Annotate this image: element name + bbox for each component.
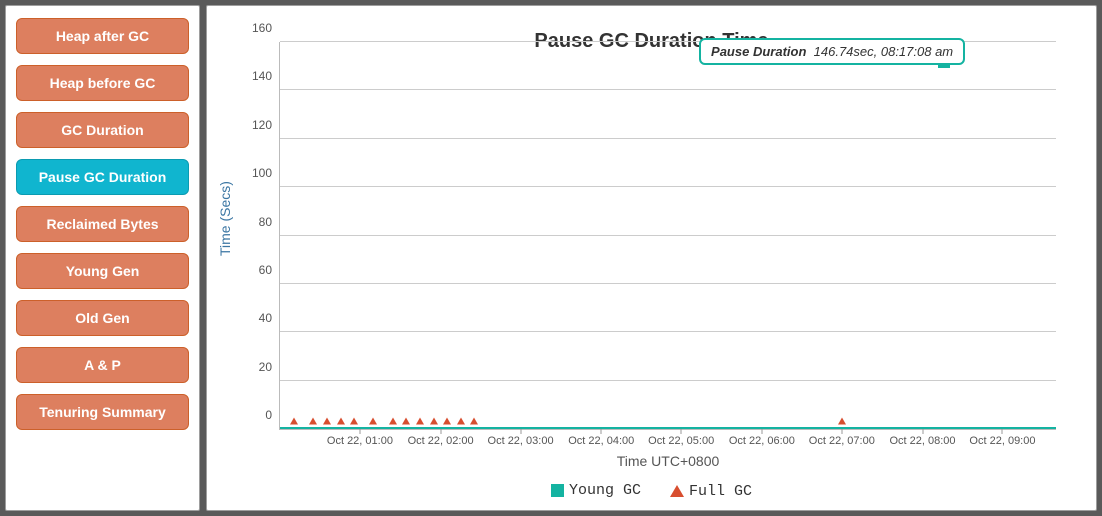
legend-item-young-gc[interactable]: Young GC [551, 482, 641, 499]
sidebar-item-reclaimed-bytes[interactable]: Reclaimed Bytes [16, 206, 189, 242]
chart-tooltip: Pause Duration 146.74sec, 08:17:08 am [699, 38, 965, 65]
datapoint-full-gc[interactable] [323, 417, 331, 424]
y-tick: 0 [265, 408, 272, 422]
y-tick: 160 [252, 21, 272, 35]
legend-item-full-gc[interactable]: Full GC [670, 483, 752, 500]
chart-legend: Young GC Full GC [207, 482, 1096, 502]
sidebar-item-tenuring-summary[interactable]: Tenuring Summary [16, 394, 189, 430]
y-tick: 140 [252, 69, 272, 83]
sidebar-item-old-gen[interactable]: Old Gen [16, 300, 189, 336]
y-tick: 60 [259, 263, 272, 277]
x-tick: Oct 22, 09:00 [969, 435, 1035, 447]
y-tick: 20 [259, 360, 272, 374]
x-tick: Oct 22, 07:00 [809, 435, 875, 447]
y-tick: 40 [259, 311, 272, 325]
chart-pane: Pause GC Duration Time Time (Secs) 0 20 … [206, 5, 1097, 511]
series-line-young-gc [280, 427, 1056, 429]
x-tick: Oct 22, 02:00 [408, 435, 474, 447]
datapoint-full-gc[interactable] [350, 417, 358, 424]
datapoint-full-gc[interactable] [457, 417, 465, 424]
datapoint-full-gc[interactable] [470, 417, 478, 424]
datapoint-full-gc[interactable] [402, 417, 410, 424]
chart-y-axis-label: Time (Secs) [217, 181, 233, 256]
chart-plot-area[interactable]: 0 20 40 60 80 100 120 140 160 Oct 22, 01… [279, 42, 1056, 430]
legend-label: Full GC [689, 483, 752, 500]
datapoint-full-gc[interactable] [838, 417, 846, 424]
x-tick: Oct 22, 01:00 [327, 435, 393, 447]
datapoint-full-gc[interactable] [389, 417, 397, 424]
datapoint-full-gc[interactable] [337, 417, 345, 424]
tooltip-label: Pause Duration [711, 44, 806, 59]
legend-label: Young GC [569, 482, 641, 499]
datapoint-full-gc[interactable] [309, 417, 317, 424]
sidebar-item-young-gen[interactable]: Young Gen [16, 253, 189, 289]
sidebar-item-pause-gc-duration[interactable]: Pause GC Duration [16, 159, 189, 195]
x-tick: Oct 22, 03:00 [488, 435, 554, 447]
x-tick: Oct 22, 05:00 [648, 435, 714, 447]
datapoint-full-gc[interactable] [290, 417, 298, 424]
sidebar: Heap after GC Heap before GC GC Duration… [5, 5, 200, 511]
sidebar-item-heap-after-gc[interactable]: Heap after GC [16, 18, 189, 54]
x-tick: Oct 22, 04:00 [568, 435, 634, 447]
triangle-icon [670, 485, 684, 497]
datapoint-full-gc[interactable] [416, 417, 424, 424]
y-tick: 120 [252, 118, 272, 132]
x-tick: Oct 22, 06:00 [729, 435, 795, 447]
datapoint-full-gc[interactable] [443, 417, 451, 424]
tooltip-value: 146.74sec, 08:17:08 am [810, 44, 953, 59]
y-tick: 80 [259, 215, 272, 229]
datapoint-full-gc[interactable] [430, 417, 438, 424]
sidebar-item-heap-before-gc[interactable]: Heap before GC [16, 65, 189, 101]
square-icon [551, 484, 564, 497]
datapoint-full-gc[interactable] [369, 417, 377, 424]
y-tick: 100 [252, 166, 272, 180]
chart-x-axis-label: Time UTC+0800 [280, 453, 1056, 469]
x-tick: Oct 22, 08:00 [889, 435, 955, 447]
sidebar-item-gc-duration[interactable]: GC Duration [16, 112, 189, 148]
sidebar-item-a-and-p[interactable]: A & P [16, 347, 189, 383]
